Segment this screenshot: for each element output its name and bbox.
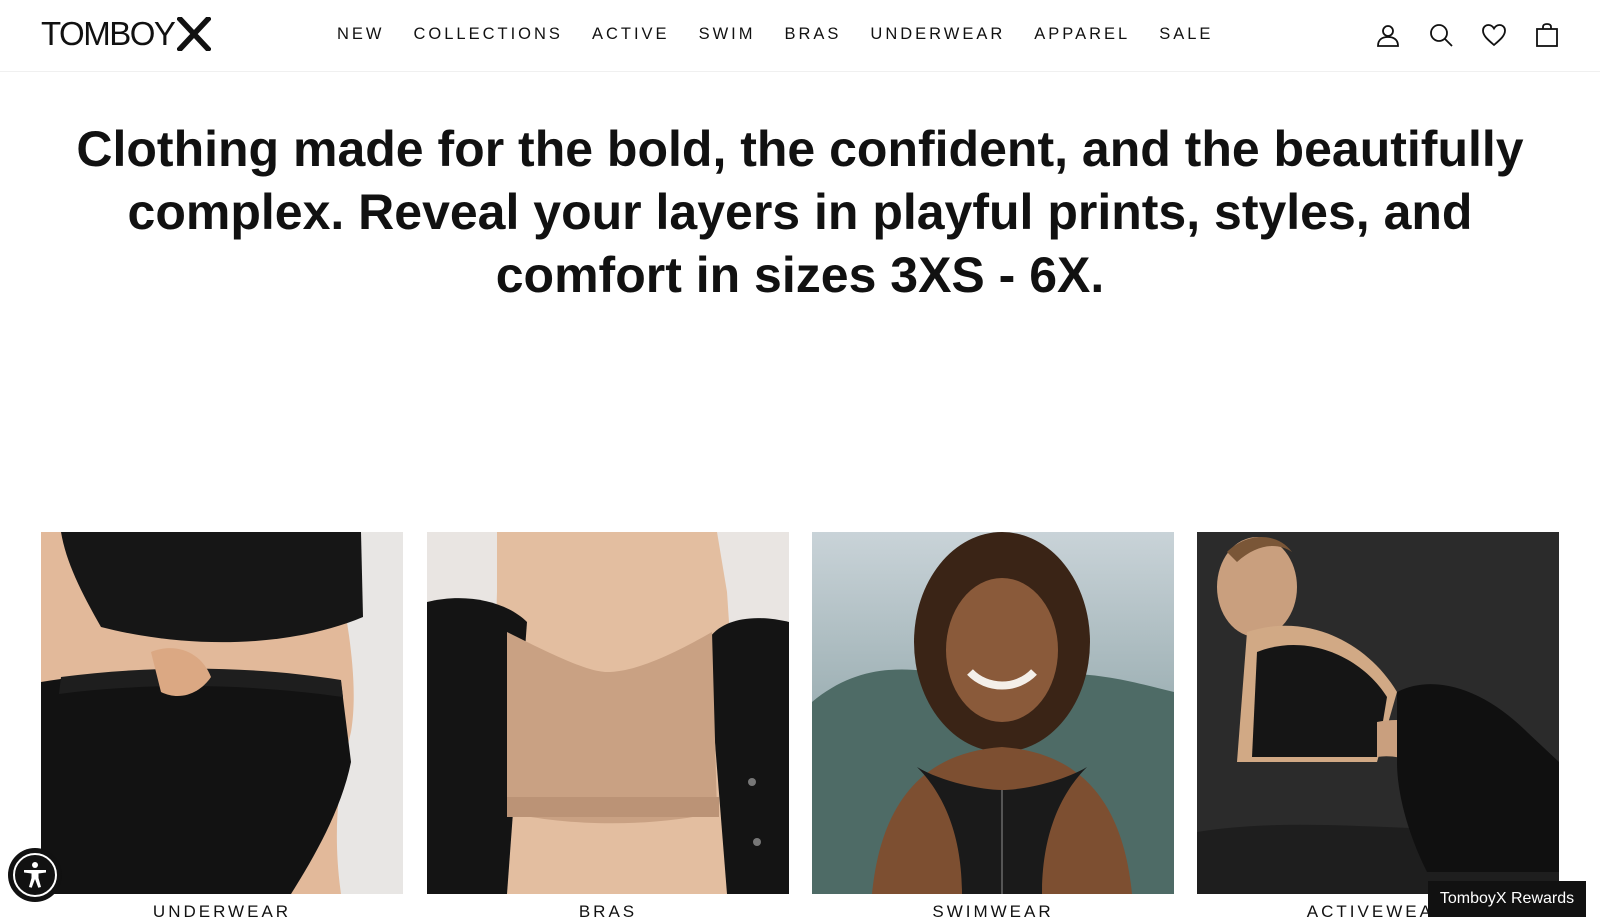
category-image-underwear[interactable]	[41, 532, 403, 894]
heart-icon	[1482, 24, 1506, 47]
rewards-button[interactable]: TomboyX Rewards	[1428, 881, 1586, 917]
search-icon	[1430, 24, 1453, 47]
nav-item-sale[interactable]: SALE	[1159, 22, 1213, 46]
category-image-swimwear[interactable]	[812, 532, 1174, 894]
nav-item-new[interactable]: NEW	[337, 22, 385, 46]
accessibility-button[interactable]	[8, 848, 62, 902]
category-image-bras[interactable]	[427, 532, 789, 894]
category-card-swimwear[interactable]: SWIMWEAR	[812, 532, 1174, 917]
account-button[interactable]	[1373, 20, 1403, 50]
account-icon	[1377, 25, 1399, 47]
activewear-photo	[1197, 532, 1559, 894]
site-header: TOMBOY NEW COLLECTIONS ACTIVE SWIM BRAS …	[0, 0, 1600, 72]
bras-photo	[427, 532, 789, 894]
underwear-photo	[41, 532, 403, 894]
swimwear-photo	[812, 532, 1174, 894]
wishlist-button[interactable]	[1479, 20, 1509, 50]
nav-item-swim[interactable]: SWIM	[699, 22, 756, 46]
category-card-underwear[interactable]: UNDERWEAR	[41, 532, 403, 917]
nav-item-underwear[interactable]: UNDERWEAR	[870, 22, 1005, 46]
category-card-bras[interactable]: BRAS	[427, 532, 789, 917]
cart-button[interactable]	[1532, 20, 1562, 50]
accessibility-icon	[24, 862, 46, 888]
logo-text: TOMBOY	[41, 15, 176, 52]
main-nav: NEW COLLECTIONS ACTIVE SWIM BRAS UNDERWE…	[337, 22, 1213, 46]
logo-x-mark-icon	[177, 17, 212, 51]
category-label-swimwear[interactable]: SWIMWEAR	[812, 902, 1174, 917]
header-icons	[1350, 20, 1562, 50]
category-card-activewear[interactable]: ACTIVEWEAR	[1197, 532, 1559, 917]
category-image-activewear[interactable]	[1197, 532, 1559, 894]
hero-headline: Clothing made for the bold, the confiden…	[76, 121, 1524, 303]
nav-item-apparel[interactable]: APPAREL	[1034, 22, 1130, 46]
search-button[interactable]	[1426, 20, 1456, 50]
accessibility-ring	[13, 853, 57, 897]
nav-item-collections[interactable]: COLLECTIONS	[414, 22, 563, 46]
shopping-bag-icon	[1536, 23, 1558, 47]
brand-logo[interactable]: TOMBOY	[41, 14, 212, 54]
nav-item-bras[interactable]: BRAS	[784, 22, 841, 46]
category-label-underwear[interactable]: UNDERWEAR	[41, 902, 403, 917]
category-label-bras[interactable]: BRAS	[427, 902, 789, 917]
nav-item-active[interactable]: ACTIVE	[592, 22, 670, 46]
